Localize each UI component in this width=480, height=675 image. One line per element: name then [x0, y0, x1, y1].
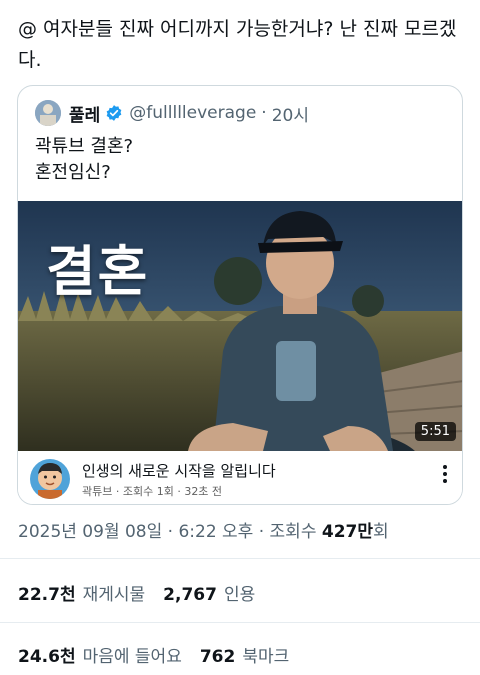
tweet-text: @ 여자분들 진짜 어디까지 가능한거냐? 난 진짜 모르겠다.: [18, 18, 457, 71]
view-count-suffix: 회: [373, 522, 389, 542]
bookmark-count[interactable]: 762: [200, 647, 236, 667]
quoted-tweet-header: 풀레 @fullllleverage · 20시: [35, 99, 309, 127]
video-info-row[interactable]: 인생의 새로운 시작을 알립니다 곽튜브 · 조회수 1회 · 32초 전: [18, 451, 462, 504]
quoted-tweet-line-2: 혼전임신?: [35, 162, 111, 183]
quoted-tweet-text: 곽튜브 결혼? 혼전임신?: [35, 134, 133, 186]
quoted-user-avatar[interactable]: [35, 100, 61, 126]
repost-quote-stats: 22.7천 재게시물 2,767 인용: [18, 580, 273, 605]
like-bookmark-stats: 24.6천 마음에 들어요 762 북마크: [18, 642, 307, 667]
more-options-icon[interactable]: [442, 463, 448, 485]
bookmark-label[interactable]: 북마크: [242, 642, 289, 667]
video-meta: 곽튜브 · 조회수 1회 · 32초 전: [82, 485, 223, 498]
timestamp-date[interactable]: 2025년 09월 08일 · 6:22 오후 · 조회수: [18, 522, 322, 542]
view-count: 427만: [321, 522, 374, 542]
quote-count[interactable]: 2,767: [163, 585, 217, 605]
quoted-tweet-card[interactable]: 풀레 @fullllleverage · 20시 곽튜브 결혼? 혼전임신? 결…: [17, 85, 463, 505]
video-overlay-title: 결혼: [46, 240, 150, 303]
video-thumbnail[interactable]: 결혼 5:51: [18, 201, 462, 451]
repost-count[interactable]: 22.7천: [18, 580, 76, 605]
quoted-tweet-line-1: 곽튜브 결혼?: [35, 136, 134, 157]
repost-label[interactable]: 재게시물: [83, 580, 146, 605]
verified-badge-icon: [106, 105, 122, 121]
header-separator: ·: [261, 103, 267, 123]
quoted-user-handle[interactable]: @fullllleverage: [129, 103, 256, 123]
channel-avatar[interactable]: [30, 459, 70, 499]
video-duration-badge: 5:51: [414, 422, 456, 441]
quote-label[interactable]: 인용: [224, 580, 255, 605]
like-label[interactable]: 마음에 들어요: [83, 642, 182, 667]
video-title[interactable]: 인생의 새로운 시작을 알립니다: [82, 460, 276, 481]
tweet-timestamp: 2025년 09월 08일 · 6:22 오후 · 조회수 427만회: [18, 517, 389, 542]
quoted-user-name[interactable]: 풀레: [69, 101, 100, 126]
divider: [0, 622, 480, 623]
quoted-tweet-time[interactable]: 20시: [272, 101, 309, 126]
like-count[interactable]: 24.6천: [18, 642, 76, 667]
divider: [0, 558, 480, 559]
